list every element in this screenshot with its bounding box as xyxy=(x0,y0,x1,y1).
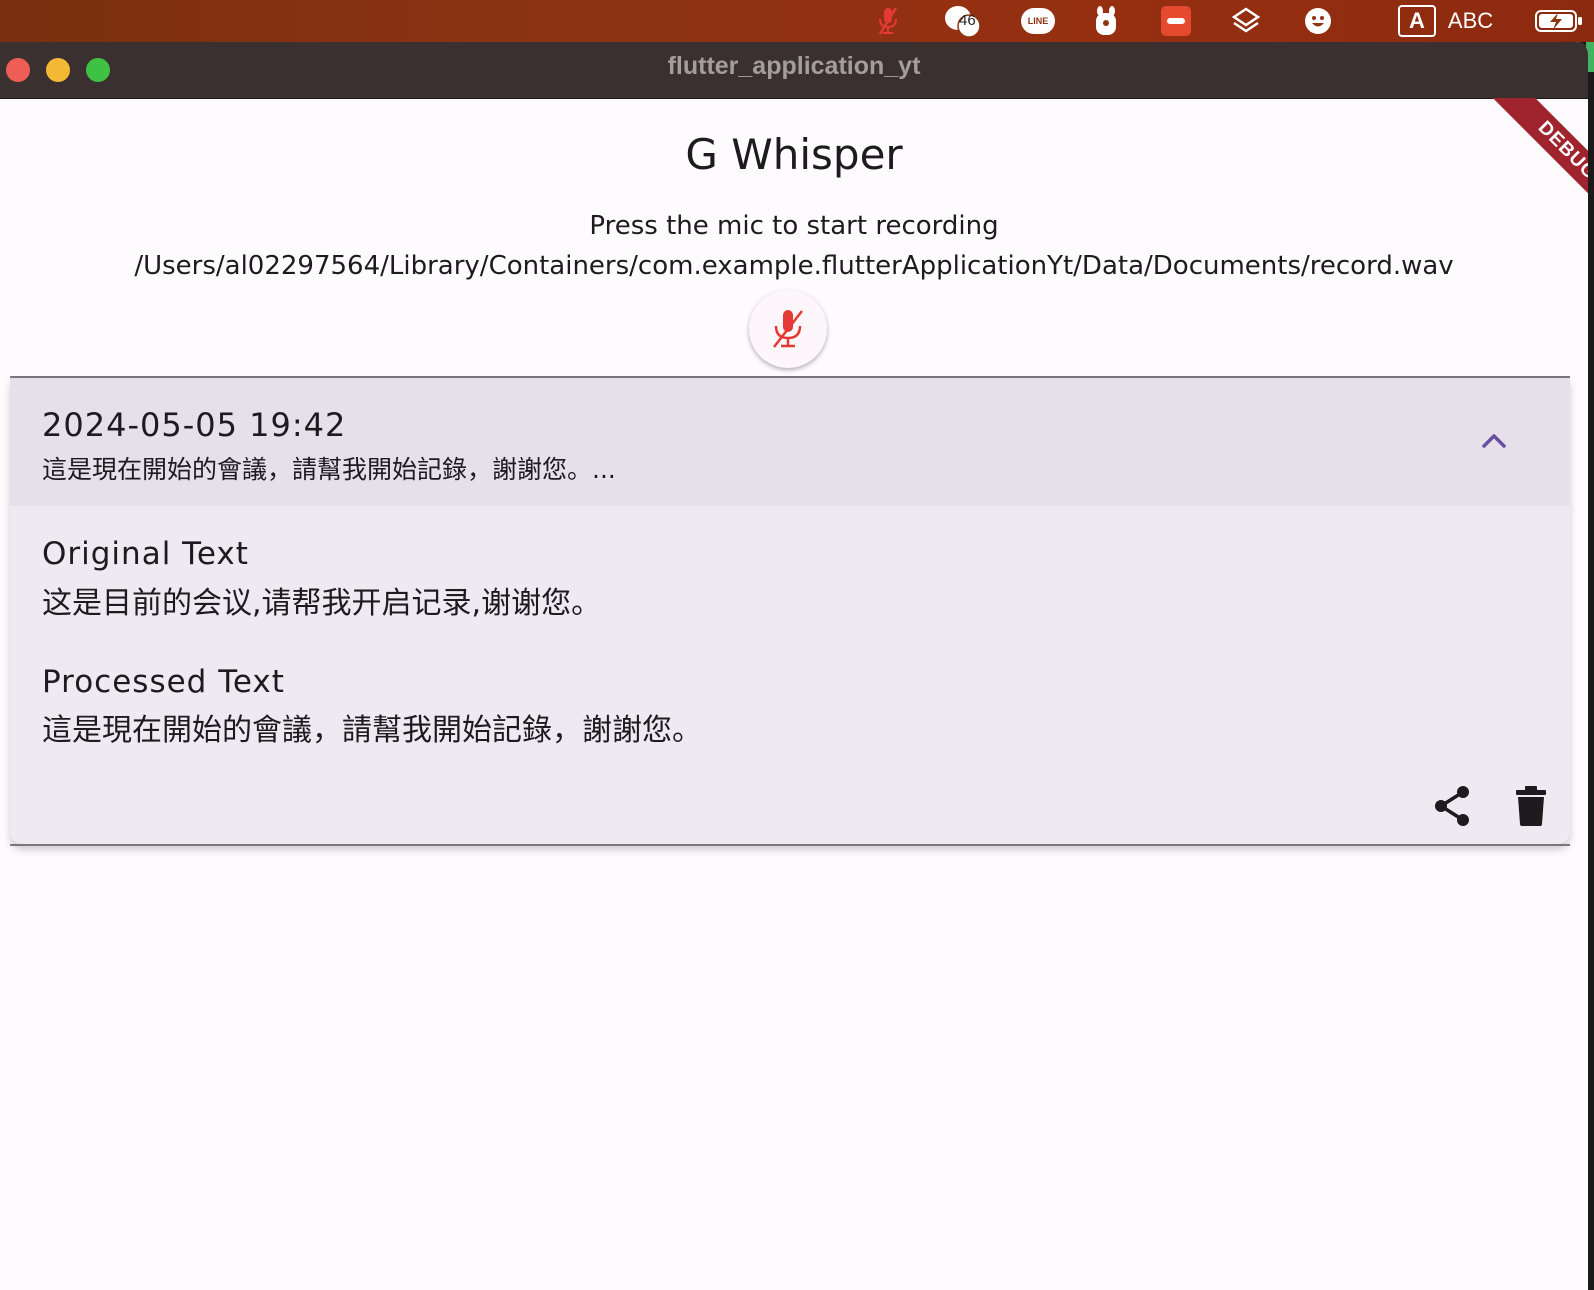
mic-off-icon xyxy=(773,310,803,348)
menubar-line-label: LINE xyxy=(1027,16,1049,26)
menubar-app-icon[interactable] xyxy=(1158,4,1194,38)
input-source-badge: A xyxy=(1398,5,1436,37)
share-button[interactable] xyxy=(1428,782,1476,830)
processed-text-value: 這是現在開始的會議，請幫我開始記錄，謝謝您。 xyxy=(42,713,702,748)
input-source-label: ABC xyxy=(1447,8,1494,33)
menubar-mic-muted-icon[interactable] xyxy=(870,4,906,38)
menubar-chat-badge: 46 xyxy=(959,12,976,29)
menubar-line-icon[interactable]: LINE xyxy=(1018,4,1058,38)
window-title: flutter_application_yt xyxy=(667,52,921,80)
app-title: G Whisper xyxy=(685,130,903,179)
recording-date: 2024-05-05 19:42 xyxy=(42,406,347,444)
window-titlebar[interactable]: flutter_application_yt xyxy=(0,42,1588,99)
recording-card: 2024-05-05 19:42 這是現在開始的會議，請幫我開始記錄，謝謝您。.… xyxy=(10,378,1570,844)
menubar-smiley-icon[interactable] xyxy=(1300,4,1336,38)
original-text-label: Original Text xyxy=(42,536,249,572)
recording-card-header[interactable]: 2024-05-05 19:42 這是現在開始的會議，請幫我開始記錄，謝謝您。.… xyxy=(10,378,1570,506)
macos-menu-bar: 46 LINE A ABC xyxy=(0,0,1594,42)
menubar-battery-icon[interactable] xyxy=(1532,4,1586,38)
status-line: Press the mic to start recording xyxy=(589,211,999,241)
delete-button[interactable] xyxy=(1507,782,1555,830)
record-mic-button[interactable] xyxy=(749,290,827,368)
menubar-chat-icon[interactable]: 46 xyxy=(942,4,988,38)
recording-preview: 這是現在開始的會議，請幫我開始記錄，謝謝您。... xyxy=(42,455,616,484)
share-icon xyxy=(1435,786,1469,826)
file-path: /Users/al02297564/Library/Containers/com… xyxy=(134,251,1454,281)
menubar-alpaca-icon[interactable] xyxy=(1088,4,1124,38)
processed-text-label: Processed Text xyxy=(42,664,285,700)
trash-icon xyxy=(1516,786,1546,826)
chevron-up-icon[interactable] xyxy=(1478,424,1510,456)
recording-status: Press the mic to start recording /Users/… xyxy=(0,206,1588,286)
list-bottom-divider xyxy=(10,844,1570,846)
menubar-input-source[interactable]: A ABC xyxy=(1398,4,1518,38)
original-text-value: 这是目前的会议,请帮我开启记录,谢谢您。 xyxy=(42,586,602,621)
app-window: flutter_application_yt DEBUG G Whisper P… xyxy=(0,42,1588,1290)
menubar-layers-icon[interactable] xyxy=(1228,4,1264,38)
